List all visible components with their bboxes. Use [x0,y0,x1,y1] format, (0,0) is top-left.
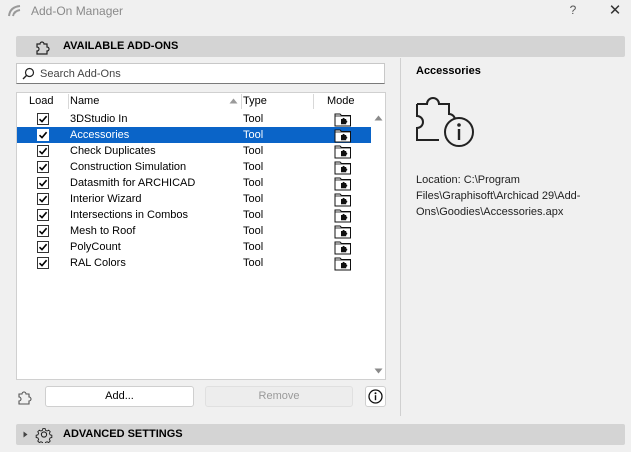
advanced-settings-label: ADVANCED SETTINGS [63,428,183,440]
load-checkbox[interactable] [37,177,49,189]
puzzle-icon [36,41,50,55]
addon-type: Tool [243,113,264,125]
addon-name: RAL Colors [70,257,126,269]
available-addons-label: AVAILABLE ADD-ONS [63,40,179,52]
info-icon [368,389,383,404]
addon-name: Construction Simulation [70,161,187,173]
checkmark-icon [38,131,48,139]
checkmark-icon [38,163,48,171]
column-separator [68,94,69,109]
detail-title: Accessories [416,65,481,77]
column-load[interactable]: Load [29,95,53,107]
checkmark-icon [38,243,48,251]
addon-type: Tool [243,193,264,205]
column-separator [241,94,242,109]
checkmark-icon [38,179,48,187]
addon-type: Tool [243,241,264,253]
puzzle-info-icon [416,97,474,147]
addon-type: Tool [243,161,264,173]
table-row[interactable]: Interior Wizard Tool [17,191,371,207]
table-row[interactable]: Mesh to Roof Tool [17,223,371,239]
checkmark-icon [38,115,48,123]
checkmark-icon [38,211,48,219]
load-checkbox[interactable] [37,209,49,221]
expand-arrow-icon[interactable] [23,431,28,438]
load-checkbox[interactable] [37,145,49,157]
list-rows: 3DStudio In Tool Accessories Tool Check Dupl… [17,111,371,271]
checkmark-icon [38,195,48,203]
puzzle-icon [18,391,32,405]
addon-name: Datasmith for ARCHICAD [70,177,196,189]
addon-type: Tool [243,129,264,141]
addon-type: Tool [243,209,264,221]
addon-list[interactable]: Load Name Type Mode 3DStudio In Tool Acces… [16,92,386,380]
list-header: Load Name Type Mode [17,93,371,110]
table-row[interactable]: Accessories Tool [17,127,371,143]
addon-type: Tool [243,177,264,189]
pane-divider [400,58,401,416]
info-button[interactable] [365,386,386,407]
column-type[interactable]: Type [243,95,267,107]
load-checkbox[interactable] [37,161,49,173]
checkmark-icon [38,259,48,267]
title-bar: Add-On Manager ? ✕ [0,0,631,22]
sort-ascending-icon [229,98,238,104]
checkmark-icon [38,227,48,235]
addon-name: Intersections in Combos [70,209,188,221]
table-row[interactable]: Intersections in Combos Tool [17,207,371,223]
load-checkbox[interactable] [37,113,49,125]
addon-type: Tool [243,257,264,269]
column-mode[interactable]: Mode [327,95,355,107]
addon-name: Check Duplicates [70,145,156,157]
load-checkbox[interactable] [37,129,49,141]
archicad-logo-icon [8,5,21,17]
table-row[interactable]: PolyCount Tool [17,239,371,255]
load-checkbox[interactable] [37,193,49,205]
close-button[interactable]: ✕ [606,1,624,19]
column-separator [313,94,314,109]
load-checkbox[interactable] [37,241,49,253]
load-checkbox[interactable] [37,225,49,237]
addon-name: Mesh to Roof [70,225,136,237]
checkmark-icon [38,147,48,155]
addon-name: Interior Wizard [70,193,142,205]
add-button[interactable]: Add... [45,386,194,407]
addon-name: Accessories [70,129,130,141]
table-row[interactable]: RAL Colors Tool [17,255,371,271]
addon-name: PolyCount [70,241,121,253]
column-name[interactable]: Name [70,95,99,107]
addon-name: 3DStudio In [70,113,128,125]
scroll-down-icon[interactable] [374,368,383,374]
advanced-settings-header[interactable]: ADVANCED SETTINGS [16,424,625,445]
table-row[interactable]: Check Duplicates Tool [17,143,371,159]
table-row[interactable]: 3DStudio In Tool [17,111,371,127]
folder-puzzle-icon[interactable] [334,255,352,274]
table-row[interactable]: Construction Simulation Tool [17,159,371,175]
window-title: Add-On Manager [31,4,124,18]
remove-button[interactable]: Remove [205,386,353,407]
help-button[interactable]: ? [566,3,580,17]
search-input[interactable] [38,65,378,82]
detail-location: Location: C:\Program Files\Graphisoft\Ar… [416,174,581,218]
search-icon [22,67,35,80]
table-row[interactable]: Datasmith for ARCHICAD Tool [17,175,371,191]
available-addons-header[interactable]: AVAILABLE ADD-ONS [16,36,625,57]
addon-type: Tool [243,225,264,237]
load-checkbox[interactable] [37,257,49,269]
search-field[interactable] [16,63,385,84]
scroll-up-icon[interactable] [374,115,383,121]
addon-type: Tool [243,145,264,157]
gear-icon [35,428,53,443]
